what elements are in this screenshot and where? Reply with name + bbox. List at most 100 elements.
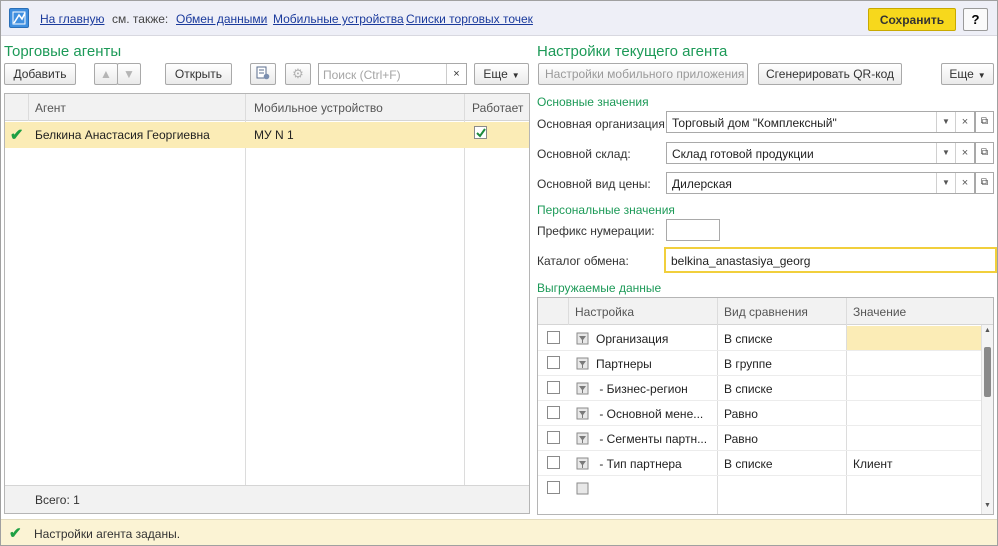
col-value[interactable]: Значение	[853, 305, 906, 319]
col-agent[interactable]: Агент	[35, 101, 66, 115]
arrow-down-icon: ▼	[123, 67, 135, 81]
table-row[interactable]: Организация В списке	[538, 326, 981, 351]
value-cell[interactable]	[847, 326, 981, 350]
open-icon[interactable]: ⧉	[975, 172, 994, 194]
export-settings-table: Настройка Вид сравнения Значение Организ…	[537, 297, 994, 515]
link-trade-points[interactable]: Списки торговых точек	[406, 12, 533, 26]
search-input[interactable]: Поиск (Ctrl+F) ×	[318, 63, 467, 85]
open-button[interactable]: Открыть	[165, 63, 232, 85]
comparison-type: Равно	[724, 407, 758, 421]
current-row-check-icon: ✔	[10, 127, 24, 144]
warehouse-value: Склад готовой продукции	[672, 147, 814, 161]
search-placeholder: Поиск (Ctrl+F)	[323, 68, 401, 82]
row-checkbox[interactable]	[547, 381, 560, 394]
filter-icon	[576, 432, 589, 445]
device-name: МУ N 1	[254, 128, 294, 142]
divider	[568, 298, 569, 325]
row-checkbox[interactable]	[547, 356, 560, 369]
right-more-button[interactable]: Еще ▼	[941, 63, 994, 85]
filter-icon	[576, 332, 589, 345]
row-checkbox[interactable]	[547, 456, 560, 469]
table-row[interactable]: - Основной мене... Равно	[538, 401, 981, 426]
basic-values-heading: Основные значения	[537, 95, 649, 109]
help-button[interactable]: ?	[963, 8, 988, 31]
org-field[interactable]: Торговый дом "Комплексный" ▼ ×	[666, 111, 975, 133]
chevron-down-icon[interactable]: ▼	[936, 143, 955, 163]
agent-name: Белкина Анастасия Георгиевна	[35, 128, 210, 142]
catalog-label: Каталог обмена:	[537, 254, 629, 268]
prefix-field[interactable]	[666, 219, 720, 241]
top-navigation-bar: На главную см. также: Обмен данными Моби…	[1, 1, 997, 36]
clear-icon[interactable]: ×	[955, 112, 974, 132]
vertical-scrollbar[interactable]: ▲ ▼	[981, 325, 993, 514]
works-checkbox[interactable]	[474, 126, 487, 139]
comparison-type: Равно	[724, 432, 758, 446]
more-label: Еще	[949, 67, 974, 81]
success-check-icon: ✔	[9, 525, 22, 542]
gear-button[interactable]: ⚙	[285, 63, 311, 85]
link-mobile-devices[interactable]: Мобильные устройства	[273, 12, 404, 26]
col-setting[interactable]: Настройка	[575, 305, 634, 319]
left-section-title: Торговые агенты	[4, 43, 122, 60]
settings-list-button[interactable]	[250, 63, 276, 85]
see-also-label: см. также:	[112, 12, 169, 26]
table-row[interactable]: Партнеры В группе	[538, 351, 981, 376]
link-data-exchange[interactable]: Обмен данными	[176, 12, 267, 26]
personal-values-heading: Персональные значения	[537, 203, 675, 217]
divider	[464, 94, 465, 513]
save-button[interactable]: Сохранить	[868, 8, 956, 31]
table-row[interactable]: - Сегменты партн... Равно	[538, 426, 981, 451]
scroll-down-icon[interactable]: ▼	[984, 502, 991, 509]
clear-icon[interactable]: ×	[955, 143, 974, 163]
row-checkbox[interactable]	[547, 431, 560, 444]
col-works[interactable]: Работает	[472, 101, 523, 115]
catalog-value: belkina_anastasiya_georg	[671, 254, 811, 268]
col-device[interactable]: Мобильное устройство	[254, 101, 383, 115]
org-value: Торговый дом "Комплексный"	[672, 116, 837, 130]
left-more-button[interactable]: Еще ▼	[474, 63, 529, 85]
col-comparison[interactable]: Вид сравнения	[724, 305, 808, 319]
move-down-button[interactable]: ▼	[117, 63, 141, 85]
chevron-down-icon[interactable]: ▼	[936, 173, 955, 193]
clear-icon[interactable]: ×	[955, 173, 974, 193]
open-icon[interactable]: ⧉	[975, 142, 994, 164]
status-bar: ✔ Настройки агента заданы.	[1, 519, 997, 545]
comparison-type: В списке	[724, 382, 773, 396]
comparison-type: В группе	[724, 357, 772, 371]
row-checkbox[interactable]	[547, 481, 560, 494]
warehouse-field[interactable]: Склад готовой продукции ▼ ×	[666, 142, 975, 164]
export-table-header: Настройка Вид сравнения Значение	[538, 298, 993, 325]
setting-name: - Основной мене...	[596, 407, 704, 421]
chevron-down-icon[interactable]: ▼	[936, 112, 955, 132]
mobile-app-settings-button[interactable]: Настройки мобильного приложения	[538, 63, 748, 85]
app-icon[interactable]	[9, 8, 29, 28]
setting-name: - Сегменты партн...	[596, 432, 708, 446]
gear-icon: ⚙	[292, 66, 304, 81]
move-up-button[interactable]: ▲	[94, 63, 118, 85]
add-button[interactable]: Добавить	[4, 63, 76, 85]
scroll-up-icon[interactable]: ▲	[984, 327, 991, 334]
row-checkbox[interactable]	[547, 331, 560, 344]
comparison-type: В списке	[724, 332, 773, 346]
setting-value: Клиент	[853, 457, 893, 471]
warehouse-label: Основной склад:	[537, 147, 631, 161]
scrollbar-thumb[interactable]	[984, 347, 991, 397]
open-icon[interactable]: ⧉	[975, 111, 994, 133]
arrow-up-icon: ▲	[100, 67, 112, 81]
price-type-field[interactable]: Дилерская ▼ ×	[666, 172, 975, 194]
total-count: Всего: 1	[35, 493, 80, 507]
generate-qr-button[interactable]: Сгенерировать QR-код	[758, 63, 902, 85]
home-link[interactable]: На главную	[40, 12, 104, 26]
row-checkbox[interactable]	[547, 406, 560, 419]
setting-name: - Тип партнера	[596, 457, 682, 471]
divider	[28, 94, 29, 121]
table-row[interactable]: - Тип партнера В списке Клиент	[538, 451, 981, 476]
clear-icon[interactable]: ×	[446, 64, 466, 84]
filter-icon	[576, 407, 589, 420]
table-row[interactable]: - Бизнес-регион В списке	[538, 376, 981, 401]
setting-name: - Бизнес-регион	[596, 382, 688, 396]
table-row[interactable]: ✔ Белкина Анастасия Георгиевна МУ N 1	[5, 122, 529, 148]
catalog-field[interactable]: belkina_anastasiya_georg	[664, 247, 997, 273]
agents-table: Агент Мобильное устройство Работает ✔ Бе…	[4, 93, 530, 514]
more-label: Еще	[483, 67, 508, 81]
